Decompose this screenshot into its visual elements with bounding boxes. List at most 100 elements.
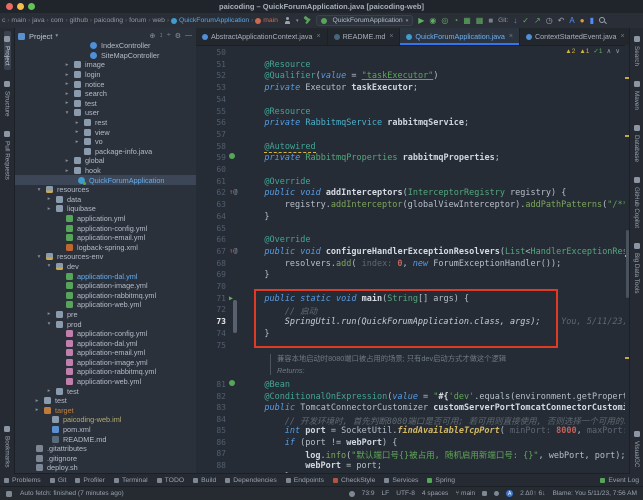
code-line-68[interactable]: 68 resolvers.add( index: 0, new ForumExce… xyxy=(196,259,624,270)
editor-tab-quickforumapplication.java[interactable]: QuickForumApplication.java × xyxy=(400,28,520,45)
chevron-right-icon[interactable]: ▸ xyxy=(73,139,81,145)
avatar[interactable]: A xyxy=(506,490,514,497)
line-ending[interactable]: LF xyxy=(382,490,390,497)
status-panel-icon[interactable] xyxy=(6,490,12,497)
chevron-right-icon[interactable]: ▸ xyxy=(63,91,71,97)
line-number[interactable]: 55 xyxy=(196,107,226,116)
tool-window-button-services[interactable]: Services xyxy=(384,477,418,484)
tool-button-bookmarks[interactable]: Bookmarks xyxy=(4,421,11,472)
tree-item-resources-env[interactable]: ▾ resources-env xyxy=(14,252,196,262)
code-viewport[interactable]: 50 51 @Resource 52 @Qualifier(value = "taskE… xyxy=(196,45,630,474)
tree-item-test[interactable]: ▸ test xyxy=(14,386,196,396)
layout2-icon[interactable]: ▦ xyxy=(476,16,484,25)
line-number[interactable]: 61 xyxy=(196,177,226,186)
settings-gear-icon[interactable]: ⚙ xyxy=(175,32,181,40)
tree-item--gitignore[interactable]: .gitignore xyxy=(14,454,196,464)
file-encoding[interactable]: UTF-8 xyxy=(396,490,415,497)
tree-item-package-info-java[interactable]: package-info.java xyxy=(14,147,196,157)
inspections-widget[interactable]: ▲2 ▲1 ✓1 ∧ ∨ xyxy=(565,47,620,56)
chevron-right-icon[interactable]: ▸ xyxy=(33,398,41,404)
tree-item-resources[interactable]: ▾ resources xyxy=(14,185,196,195)
tree-item-quickforumapplication[interactable]: QuickForumApplication xyxy=(14,175,196,185)
chevron-right-icon[interactable]: ▸ xyxy=(73,120,81,126)
chevron-down-icon[interactable]: ▾ xyxy=(45,263,53,269)
code-line-55[interactable]: 55 @Resource xyxy=(196,107,624,118)
line-number[interactable]: 72 xyxy=(196,305,226,314)
line-number[interactable]: 65 xyxy=(196,224,226,233)
editor-tab-abstractapplicationcontext.java[interactable]: AbstractApplicationContext.java × xyxy=(196,28,328,45)
tool-window-button-problems[interactable]: Problems xyxy=(4,477,41,484)
code-line-62[interactable]: 62 ↑@ public void addInterceptors(Intercep… xyxy=(196,188,624,199)
tree-item-target[interactable]: ▸ target xyxy=(14,406,196,416)
git-update-icon[interactable]: ↓ xyxy=(513,16,517,25)
tree-item-global[interactable]: ▸ global xyxy=(14,156,196,166)
code-line-69[interactable]: 69} xyxy=(196,270,624,281)
chevron-right-icon[interactable]: ▸ xyxy=(45,311,53,317)
code-line-85[interactable]: 85 int port = SocketUtil.findAvailableTcp… xyxy=(196,426,627,437)
code-line-54[interactable]: 54 xyxy=(196,95,624,106)
git-changes-counter[interactable]: 2 Δ0↑ 6↓ xyxy=(520,490,545,497)
chevron-down-icon[interactable]: ▾ xyxy=(45,321,53,327)
expand-icon[interactable]: ↕ xyxy=(159,32,163,40)
next-problem-icon[interactable]: ∨ xyxy=(615,47,620,55)
chevron-right-icon[interactable]: ▸ xyxy=(63,62,71,68)
line-number[interactable]: 50 xyxy=(196,48,226,57)
chevron-right-icon[interactable]: ▸ xyxy=(63,100,71,106)
chevron-right-icon[interactable]: ▸ xyxy=(45,388,53,394)
tree-item-application-dal-yml[interactable]: application-dal.yml xyxy=(14,338,196,348)
code-line-52[interactable]: 52 @Qualifier(value = "taskExecutor") xyxy=(196,71,624,82)
code-line-53[interactable]: 53 private Executor taskExecutor; xyxy=(196,83,624,94)
tree-item-image[interactable]: ▸ image xyxy=(14,60,196,70)
stop-icon[interactable]: ■ xyxy=(488,16,493,25)
tree-item-test[interactable]: ▸ test xyxy=(14,99,196,109)
tool-button-search[interactable]: Search xyxy=(633,31,640,70)
tree-item-dev[interactable]: ▾ dev xyxy=(14,262,196,272)
override-gutter-icon[interactable]: ↑@ xyxy=(229,188,243,196)
breadcrumb-item[interactable]: java xyxy=(32,17,44,24)
line-number[interactable]: 85 xyxy=(196,426,226,435)
tree-item-paicoding-web-iml[interactable]: paicoding-web.iml xyxy=(14,415,196,425)
code-line-61[interactable]: 61 @Override xyxy=(196,177,624,188)
tool-window-button-profiler[interactable]: Profiler xyxy=(75,477,105,484)
code-line-66[interactable]: 66 @Override xyxy=(196,235,624,246)
translate-icon[interactable]: A xyxy=(569,16,574,25)
tool-button-project[interactable]: Project xyxy=(3,31,11,70)
tool-window-button-dependencies[interactable]: Dependencies xyxy=(225,477,277,484)
line-number[interactable]: 58 xyxy=(196,142,226,151)
tree-item-application-web-yml[interactable]: application-web.yml xyxy=(14,377,196,387)
tool-window-button-event-log[interactable]: Event Log xyxy=(600,477,639,484)
line-number[interactable]: 82 xyxy=(196,392,226,401)
editor-tab-readme.md[interactable]: README.md × xyxy=(328,28,401,45)
line-number[interactable]: 69 xyxy=(196,270,226,279)
close-icon[interactable]: × xyxy=(509,33,513,40)
editor-tab-contextstartedevent.java[interactable]: ContextStartedEvent.java × xyxy=(520,28,630,45)
prev-problem-icon[interactable]: ∧ xyxy=(606,47,611,55)
line-number[interactable]: 81 xyxy=(196,380,226,389)
line-number[interactable]: 87 xyxy=(196,449,226,458)
line-number[interactable]: 74 xyxy=(196,329,226,338)
tree-item-rest[interactable]: ▸ rest xyxy=(14,118,196,128)
tree-item-application-config-yml[interactable]: application-config.yml xyxy=(14,329,196,339)
code-line-67[interactable]: 67 ↑@ public void configureHandlerExceptio… xyxy=(196,247,630,258)
line-number[interactable]: 75 xyxy=(196,341,226,350)
line-number[interactable]: 57 xyxy=(196,130,226,139)
chevron-down-icon[interactable]: ▾ xyxy=(35,187,43,193)
breadcrumb-item[interactable]: github xyxy=(69,17,88,24)
close-icon[interactable]: × xyxy=(621,33,625,40)
code-line-58[interactable]: 58 @Autowired xyxy=(196,141,624,153)
tool-button-pull-requests[interactable]: Pull Requests xyxy=(4,126,11,184)
close-icon[interactable]: × xyxy=(316,33,320,40)
search-everywhere-icon[interactable] xyxy=(598,17,606,24)
tree-item-login[interactable]: ▸ login xyxy=(14,70,196,80)
indent-setting[interactable]: 4 spaces xyxy=(422,490,448,497)
tree-item-application-email-yml[interactable]: application-email.yml xyxy=(14,348,196,358)
line-number[interactable]: 56 xyxy=(196,118,226,127)
tree-item-application-yml[interactable]: application.yml xyxy=(14,214,196,224)
line-number[interactable]: 60 xyxy=(196,165,226,174)
line-number[interactable]: 64 xyxy=(196,212,226,221)
tree-item-data[interactable]: ▸ data xyxy=(14,195,196,205)
tree-item-view[interactable]: ▸ view xyxy=(14,127,196,137)
code-line-88[interactable]: 88 webPort = port; xyxy=(196,461,624,472)
tree-item-indexcontroller[interactable]: IndexController xyxy=(14,41,196,51)
bell-icon[interactable] xyxy=(494,491,500,496)
